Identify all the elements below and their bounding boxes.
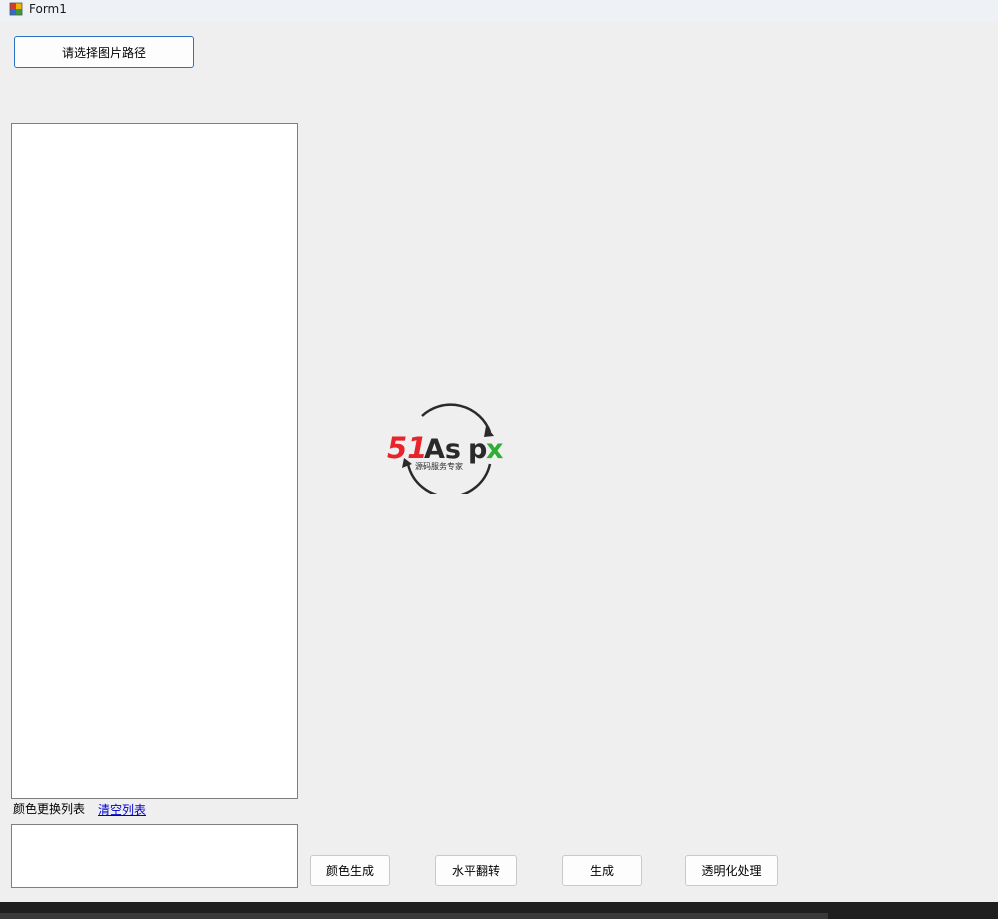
logo-arc-top: [421, 403, 492, 433]
taskbar: [0, 902, 998, 919]
logo-as: As: [424, 434, 461, 465]
generate-button[interactable]: 生成: [562, 855, 642, 886]
logo-tagline: 源码服务专家: [415, 461, 463, 471]
color-generate-button[interactable]: 颜色生成: [310, 855, 390, 886]
watermark-logo: 51 As p x 源码服务专家: [387, 403, 503, 494]
color-replace-list-box[interactable]: [11, 824, 298, 888]
color-replace-list-label: 颜色更换列表: [13, 802, 86, 816]
generate-label: 生成: [589, 864, 614, 878]
horizontal-flip-button[interactable]: 水平翻转: [435, 855, 517, 886]
select-image-path-label: 请选择图片路径: [61, 45, 146, 60]
logo-p: p: [468, 434, 487, 465]
logo-51: 51: [387, 431, 427, 465]
transparency-button[interactable]: 透明化处理: [685, 855, 778, 886]
transparency-label: 透明化处理: [701, 864, 762, 878]
horizontal-flip-label: 水平翻转: [451, 864, 500, 878]
title-bar: Form1: [0, 0, 998, 22]
image-list-box[interactable]: [11, 123, 298, 799]
clear-list-link[interactable]: 清空列表: [98, 801, 146, 818]
color-generate-label: 颜色生成: [325, 864, 374, 878]
window-title: Form1: [29, 2, 67, 16]
logo-x: x: [486, 434, 503, 465]
app-icon: [9, 2, 23, 16]
taskbar-strip: [0, 913, 828, 919]
select-image-path-button[interactable]: 请选择图片路径: [14, 36, 194, 68]
